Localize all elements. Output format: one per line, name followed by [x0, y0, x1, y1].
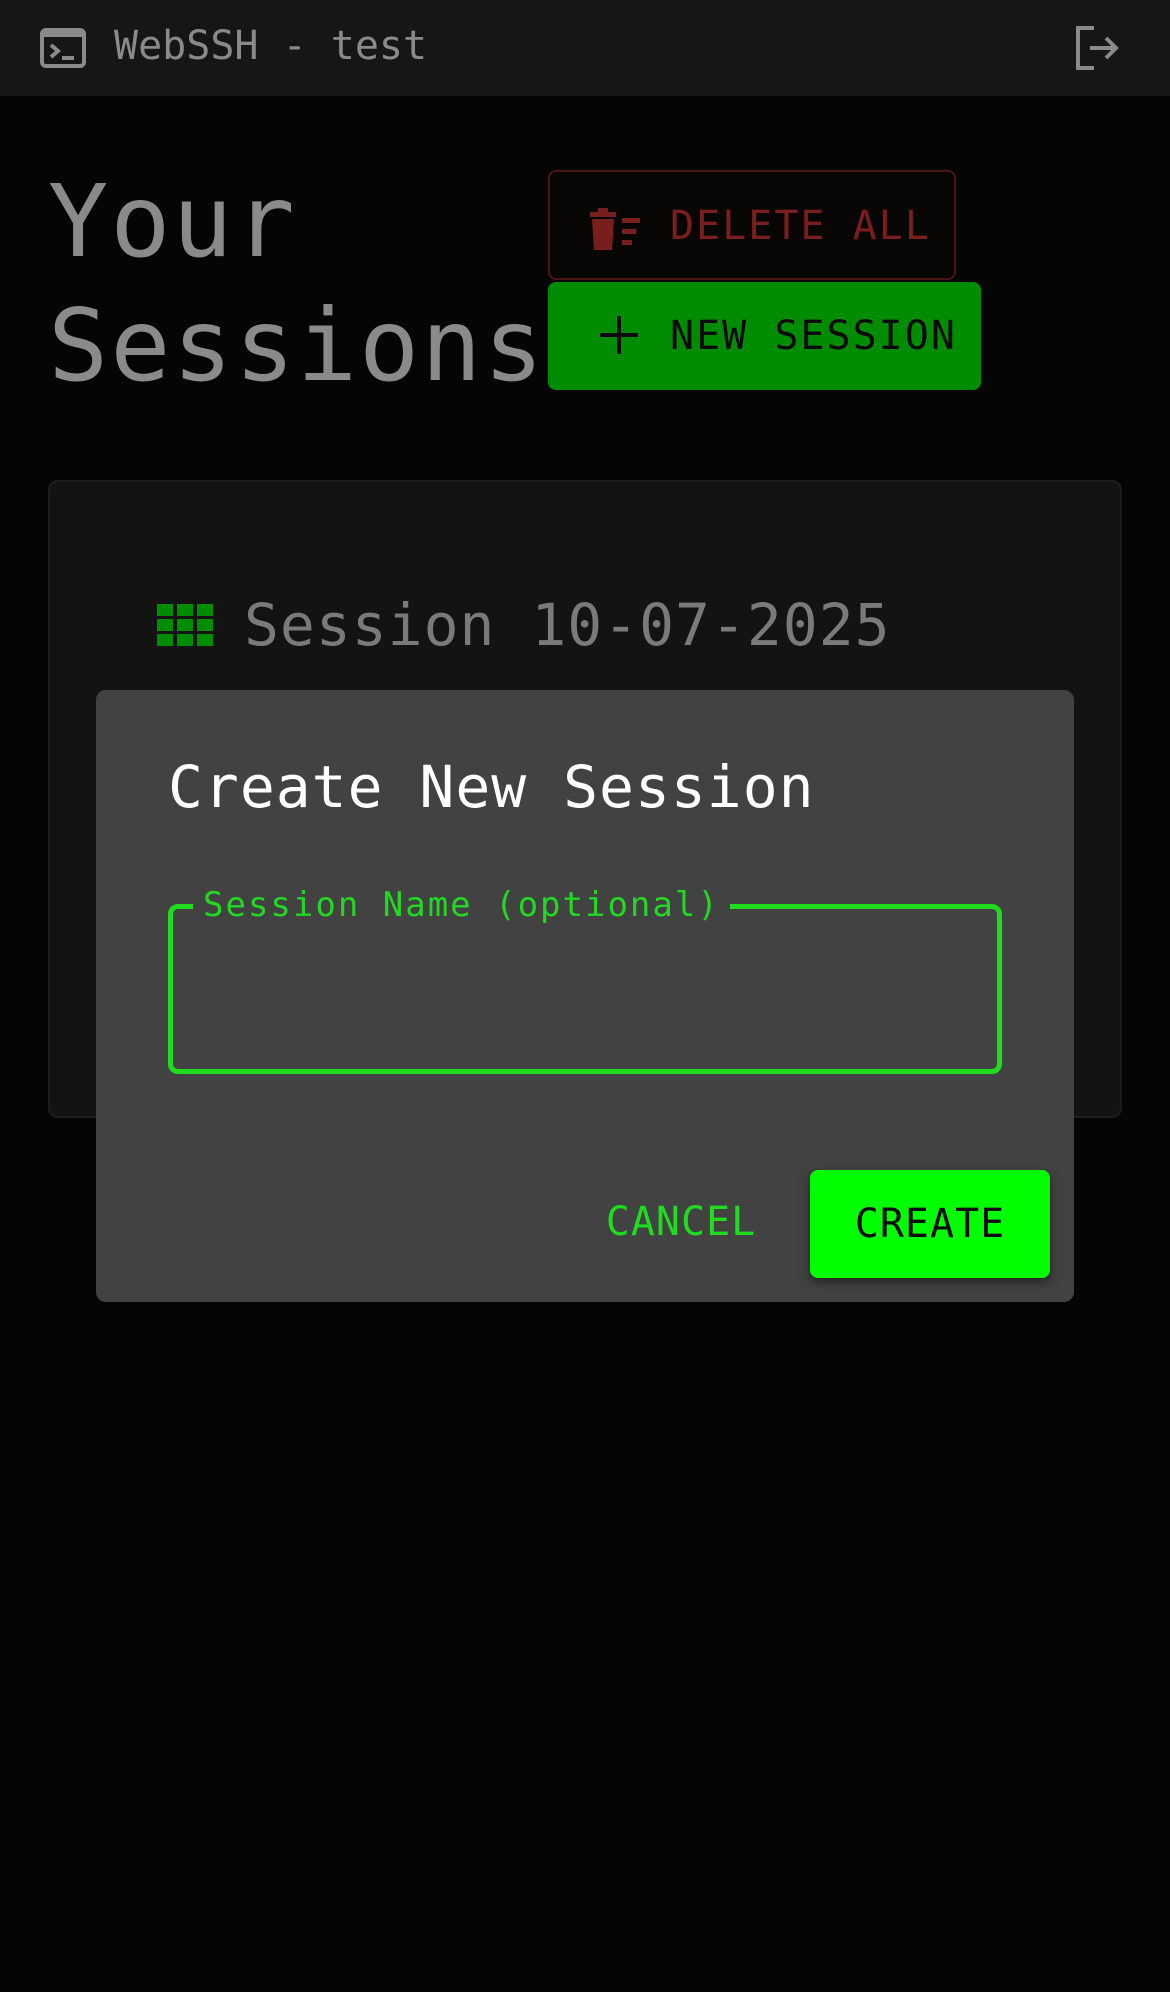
new-session-label: NEW SESSION	[670, 313, 957, 359]
terminal-icon	[40, 28, 86, 68]
page-title-line2: Sessions	[48, 287, 546, 404]
cancel-button[interactable]: CANCEL	[596, 1190, 766, 1254]
new-session-button[interactable]: NEW SESSION	[548, 282, 981, 390]
delete-all-label: DELETE ALL	[670, 203, 931, 249]
page-title-line1: Your	[48, 163, 297, 280]
session-name-field[interactable]: Session Name (optional)	[168, 883, 1002, 1074]
grid-icon	[157, 604, 213, 646]
delete-all-button[interactable]: DELETE ALL	[548, 170, 956, 280]
dialog-title: Create New Session	[168, 753, 815, 821]
app-title: WebSSH - test	[114, 23, 428, 69]
create-button[interactable]: CREATE	[810, 1170, 1050, 1278]
session-name-input[interactable]	[193, 949, 983, 1029]
top-bar: WebSSH - test	[0, 0, 1170, 96]
app-root: WebSSH - test Your Sessions DELETE ALL N…	[0, 0, 1170, 1992]
logout-icon[interactable]	[1072, 24, 1122, 72]
session-name: Session 10-07-2025	[244, 591, 891, 659]
plus-icon	[600, 316, 638, 354]
delete-sweep-icon	[590, 208, 640, 250]
create-session-dialog: Create New Session Session Name (optiona…	[96, 690, 1074, 1302]
session-name-field-label: Session Name (optional)	[193, 883, 730, 927]
page-title: Your Sessions	[48, 160, 546, 408]
